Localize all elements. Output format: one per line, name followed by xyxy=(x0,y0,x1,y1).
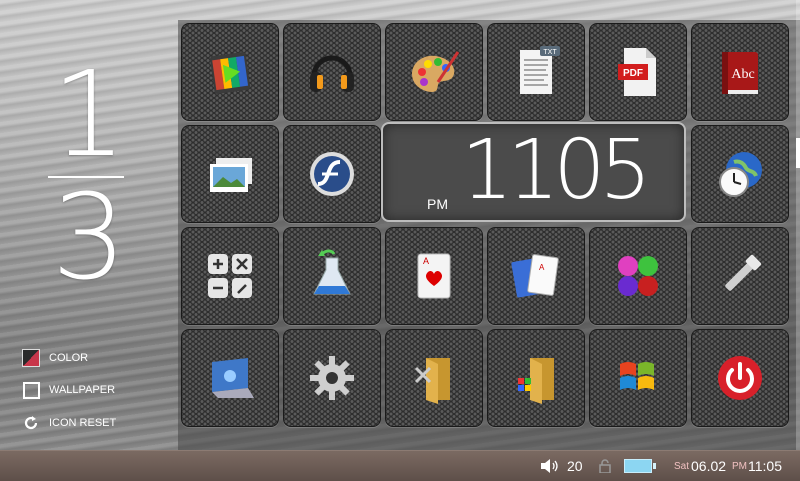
current-page-number: 1 xyxy=(51,45,127,183)
wallpaper-option-label: WALLPAPER xyxy=(49,384,116,396)
svg-text:Abc: Abc xyxy=(731,67,754,82)
volume-control[interactable]: 20 xyxy=(541,451,583,481)
page-scrollbar[interactable] xyxy=(796,0,800,450)
color-option[interactable]: COLOR xyxy=(22,348,88,368)
windows-folder-icon xyxy=(518,358,554,404)
status-time: 11:05 xyxy=(748,458,782,474)
svg-text:TXT: TXT xyxy=(543,49,557,56)
flashlight-icon xyxy=(725,254,762,291)
media-player-tile[interactable] xyxy=(181,23,279,121)
windows-folder-tile[interactable] xyxy=(487,329,585,427)
svg-text:A: A xyxy=(423,256,429,266)
headphones-icon xyxy=(310,55,354,92)
display-settings-tile[interactable] xyxy=(181,329,279,427)
svg-text:A: A xyxy=(539,263,545,272)
power-icon xyxy=(718,356,762,400)
card-game-icon: A xyxy=(417,253,451,299)
color-option-label: COLOR xyxy=(49,352,89,364)
dictionary-tile[interactable]: Abc xyxy=(691,23,789,121)
icon-reset-option[interactable]: ICON RESET xyxy=(22,413,116,433)
science-flask-icon xyxy=(313,249,351,295)
color-swatch-icon xyxy=(22,349,40,367)
svg-text:PDF: PDF xyxy=(623,68,643,79)
battery-indicator xyxy=(624,451,656,481)
color-balls-tile[interactable] xyxy=(589,227,687,325)
status-ampm: PM xyxy=(732,460,747,472)
volume-level: 20 xyxy=(567,458,583,474)
left-panel: 1 3 COLOR WALLPAPER ICON RESET xyxy=(0,0,178,450)
science-tile[interactable] xyxy=(283,227,381,325)
speaker-icon xyxy=(541,459,558,473)
pdf-viewer-tile[interactable]: PDF xyxy=(589,23,687,121)
tools-folder-tile[interactable] xyxy=(385,329,483,427)
photo-gallery-icon xyxy=(210,158,252,192)
calculator-tile[interactable] xyxy=(181,227,279,325)
status-date: 06.02 xyxy=(691,458,727,474)
dictionary-icon: Abc xyxy=(722,52,758,94)
flashlight-tile[interactable] xyxy=(691,227,789,325)
icon-reset-label: ICON RESET xyxy=(49,417,117,429)
status-bar: 20 Sat 06.02 PM 11:05 xyxy=(0,450,800,481)
power-tile[interactable] xyxy=(691,329,789,427)
paint-tile[interactable] xyxy=(385,23,483,121)
windows-logo-icon xyxy=(620,362,654,390)
wallpaper-square-icon xyxy=(22,381,40,399)
text-document-tile[interactable]: TXT xyxy=(487,23,585,121)
lock-icon xyxy=(599,459,611,473)
paint-palette-icon xyxy=(412,51,460,92)
world-clock-tile[interactable] xyxy=(691,125,789,223)
scrollbar-thumb[interactable] xyxy=(796,138,800,168)
settings-gear-icon xyxy=(310,356,354,400)
windows-tile[interactable] xyxy=(589,329,687,427)
tools-folder-icon xyxy=(414,358,450,404)
settings-tile[interactable] xyxy=(283,329,381,427)
audio-player-tile[interactable] xyxy=(283,23,381,121)
card-game-tile[interactable]: A xyxy=(385,227,483,325)
lock-indicator[interactable] xyxy=(598,451,612,481)
status-day: Sat xyxy=(674,460,690,472)
flash-player-icon xyxy=(310,152,354,196)
clock-time: 1105 xyxy=(461,123,652,218)
world-clock-icon xyxy=(719,152,762,197)
battery-icon xyxy=(624,459,652,473)
media-player-icon xyxy=(210,52,251,94)
total-pages-number: 3 xyxy=(51,168,127,306)
solitaire-icon: A xyxy=(511,254,559,298)
refresh-icon xyxy=(22,414,40,432)
display-settings-icon xyxy=(212,358,254,398)
txt-document-icon: TXT xyxy=(520,46,560,94)
wallpaper-option[interactable]: WALLPAPER xyxy=(22,380,115,400)
pdf-document-icon: PDF xyxy=(618,48,656,96)
calculator-icon xyxy=(208,254,252,298)
photo-gallery-tile[interactable] xyxy=(181,125,279,223)
flash-player-tile[interactable] xyxy=(283,125,381,223)
solitaire-tile[interactable]: A xyxy=(487,227,585,325)
clock-widget[interactable]: PM 1105 xyxy=(381,122,686,222)
clock-ampm: PM xyxy=(427,196,448,212)
color-balls-icon xyxy=(618,256,658,296)
